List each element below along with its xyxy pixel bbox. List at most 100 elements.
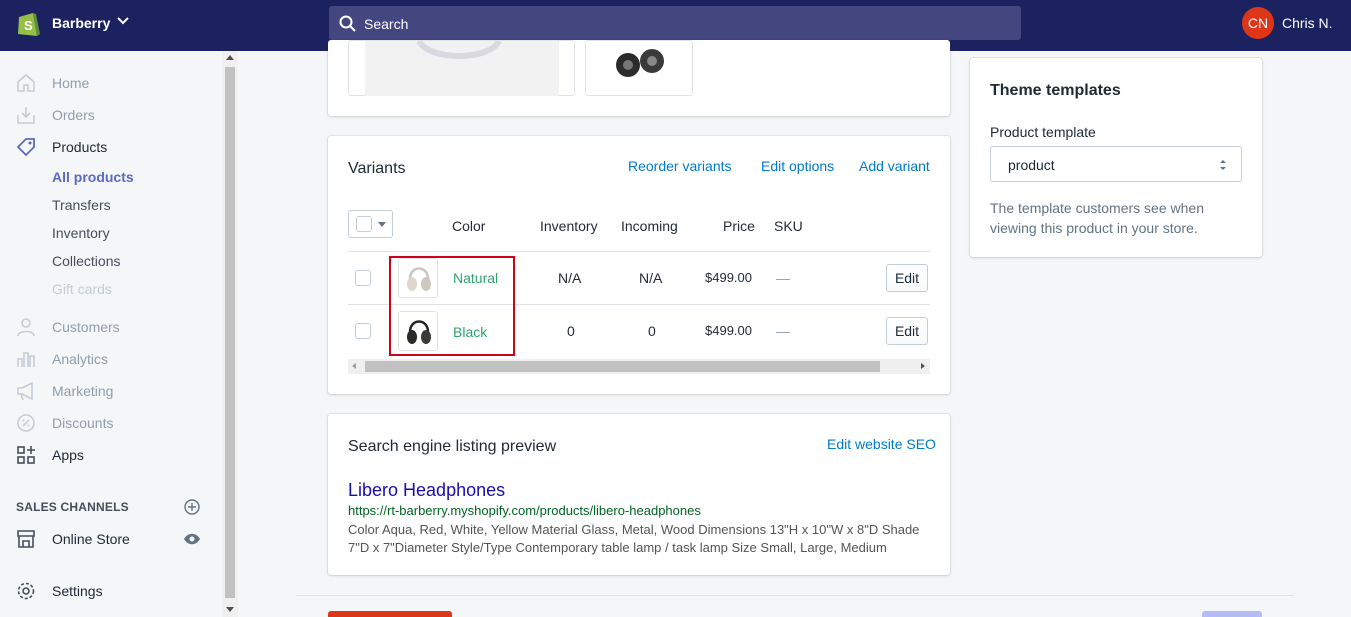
user-name[interactable]: Chris N. <box>1282 15 1333 31</box>
product-template-value: product <box>1008 157 1055 173</box>
table-horizontal-scrollbar[interactable] <box>348 359 930 374</box>
table-scroll-thumb[interactable] <box>365 361 880 372</box>
sidebar-scrollbar[interactable] <box>222 51 238 617</box>
sidebar-item-label: Settings <box>52 583 103 599</box>
scroll-right-arrow-icon[interactable] <box>921 363 925 369</box>
scroll-down-arrow-icon[interactable] <box>226 607 234 612</box>
sidebar-item-label: Orders <box>52 107 95 123</box>
edit-options-link[interactable]: Edit options <box>761 158 834 174</box>
variant-incoming: 0 <box>648 323 656 339</box>
megaphone-icon <box>17 381 33 401</box>
tag-icon <box>16 138 35 157</box>
variant-sku: — <box>776 270 790 286</box>
sidebar-item-label: Apps <box>52 447 84 463</box>
edit-variant-button[interactable]: Edit <box>886 264 928 292</box>
images-card <box>328 40 950 116</box>
sidebar-item-label: Analytics <box>52 351 109 367</box>
chevron-down-icon[interactable] <box>116 14 130 28</box>
seo-preview-card: Search engine listing preview Edit websi… <box>328 414 950 575</box>
sidebar-item-products[interactable]: Products <box>0 137 222 161</box>
sidebar-item-label: Online Store <box>52 531 130 547</box>
column-header-inventory: Inventory <box>540 218 598 234</box>
store-name[interactable]: Barberry <box>52 15 110 31</box>
analytics-icon <box>17 352 35 367</box>
avatar[interactable]: CN <box>1242 7 1274 39</box>
seo-preview-title: Search engine listing preview <box>348 438 557 455</box>
home-icon <box>17 73 35 92</box>
sidebar: Home Orders Products All products Transf… <box>0 51 222 617</box>
sidebar-subitem-inventory[interactable]: Inventory <box>52 225 110 241</box>
bulk-select-dropdown[interactable] <box>348 210 393 238</box>
search-input[interactable]: Search <box>329 6 1021 40</box>
sidebar-item-marketing[interactable]: Marketing <box>0 381 222 405</box>
column-header-sku: SKU <box>774 218 803 234</box>
headphone-image-icon <box>616 49 664 77</box>
save-button[interactable] <box>1202 611 1262 617</box>
sidebar-subitem-transfers[interactable]: Transfers <box>52 197 111 213</box>
store-icon <box>17 530 35 548</box>
variants-card: Variants Reorder variants Edit options A… <box>328 136 950 394</box>
sidebar-item-customers[interactable]: Customers <box>0 317 222 341</box>
sidebar-subitem-collections[interactable]: Collections <box>52 253 120 269</box>
variant-sku: — <box>776 323 790 339</box>
theme-templates-title: Theme templates <box>990 82 1121 99</box>
sidebar-item-orders[interactable]: Orders <box>0 105 222 129</box>
variant-price: $499.00 <box>705 270 752 285</box>
sidebar-scroll-thumb[interactable] <box>225 67 235 598</box>
variant-inventory: N/A <box>558 270 582 286</box>
edit-variant-button[interactable]: Edit <box>886 317 928 345</box>
select-all-checkbox[interactable] <box>356 216 372 232</box>
add-channel-icon[interactable] <box>184 499 200 515</box>
shopify-logo-icon[interactable]: S <box>16 10 40 38</box>
sidebar-item-home[interactable]: Home <box>0 73 222 97</box>
row-checkbox[interactable] <box>355 323 371 339</box>
add-variant-link[interactable]: Add variant <box>859 158 930 174</box>
variant-incoming: N/A <box>639 270 663 286</box>
product-image-thumb[interactable] <box>585 40 693 96</box>
gear-icon <box>17 582 35 600</box>
seo-description: Color Aqua, Red, White, Yellow Material … <box>348 522 920 555</box>
footer-divider <box>296 595 1294 596</box>
discount-icon <box>17 414 35 432</box>
sidebar-item-analytics[interactable]: Analytics <box>0 349 222 373</box>
column-header-color: Color <box>452 218 486 234</box>
sidebar-item-label: Customers <box>52 319 120 335</box>
sidebar-item-apps[interactable]: Apps <box>0 445 222 469</box>
seo-page-title: Libero Headphones <box>348 480 506 500</box>
theme-templates-card: Theme templates Product template product… <box>970 58 1262 257</box>
eye-icon[interactable] <box>183 532 201 546</box>
row-checkbox[interactable] <box>355 270 371 286</box>
highlight-box <box>389 256 515 356</box>
seo-url: https://rt-barberry.myshopify.com/produc… <box>348 503 701 518</box>
sidebar-subitem-gift-cards[interactable]: Gift cards <box>52 281 112 297</box>
scroll-up-arrow-icon[interactable] <box>226 55 234 60</box>
search-placeholder: Search <box>364 16 409 32</box>
template-help-text: The template customers see when viewing … <box>990 200 1204 236</box>
variant-inventory: 0 <box>567 323 575 339</box>
sidebar-item-settings[interactable]: Settings <box>0 581 222 605</box>
variants-title: Variants <box>348 160 406 177</box>
search-icon <box>339 15 356 32</box>
customer-icon <box>17 318 35 337</box>
edit-website-seo-link[interactable]: Edit website SEO <box>827 436 936 452</box>
reorder-variants-link[interactable]: Reorder variants <box>628 158 732 174</box>
select-arrows-icon <box>1220 160 1226 170</box>
variant-price: $499.00 <box>705 323 752 338</box>
apps-icon <box>17 446 35 464</box>
sidebar-item-label: Marketing <box>52 383 114 399</box>
column-header-price: Price <box>723 218 755 234</box>
scroll-left-arrow-icon[interactable] <box>352 363 356 369</box>
product-template-select[interactable]: product <box>990 146 1242 182</box>
product-template-label: Product template <box>990 124 1096 140</box>
sidebar-item-label: Products <box>52 139 108 155</box>
sidebar-item-discounts[interactable]: Discounts <box>0 413 222 437</box>
delete-product-button[interactable] <box>328 611 452 617</box>
column-header-incoming: Incoming <box>621 218 678 234</box>
product-image-thumb[interactable] <box>348 40 575 96</box>
sidebar-subitem-all-products[interactable]: All products <box>52 169 134 185</box>
sales-channels-heading: SALES CHANNELS <box>16 500 129 514</box>
sidebar-item-label: Discounts <box>52 415 114 431</box>
caret-down-icon[interactable] <box>378 222 386 227</box>
sidebar-item-label: Home <box>52 75 90 91</box>
headphone-image-icon <box>416 41 502 59</box>
